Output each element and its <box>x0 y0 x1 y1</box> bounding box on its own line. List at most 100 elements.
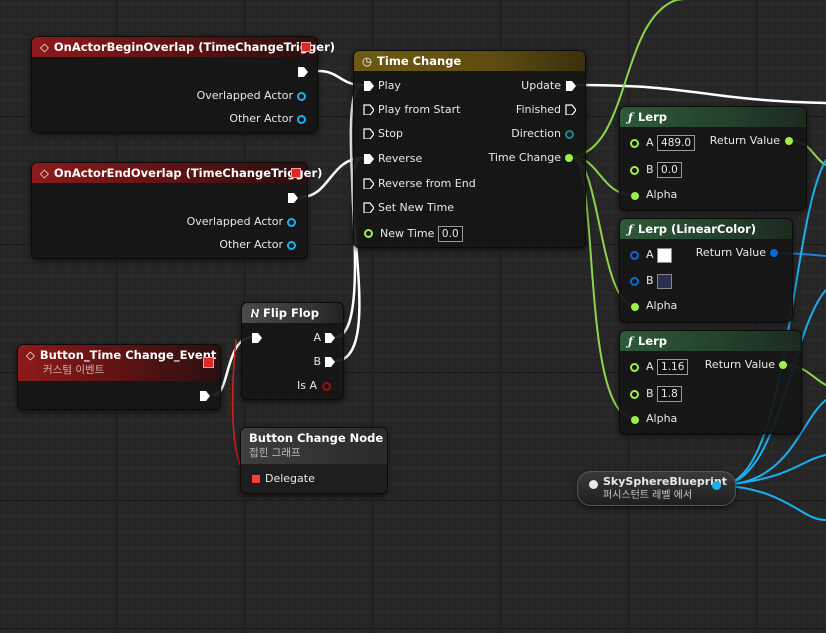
b-color-swatch[interactable] <box>657 273 673 289</box>
b-row: B 0.0 <box>646 161 682 179</box>
a-pin[interactable] <box>324 332 335 343</box>
stop-pin[interactable] <box>363 128 374 139</box>
a-pin[interactable] <box>630 139 639 148</box>
event-toggle-icon[interactable] <box>291 168 301 178</box>
node-title: OnActorBeginOverlap (TimeChangeTrigger) <box>53 40 336 54</box>
alpha-label: Alpha <box>646 412 678 425</box>
node-header: ƒ Lerp <box>620 331 801 351</box>
update-pin[interactable] <box>565 80 576 91</box>
b-row: B <box>646 272 673 290</box>
timeline-node[interactable]: ◷ Time Change Play Play from Start Stop R… <box>353 50 586 248</box>
other-actor-pin[interactable] <box>287 241 296 250</box>
begin-overlap-node[interactable]: ◇ OnActorBeginOverlap (TimeChangeTrigger)… <box>31 36 335 133</box>
other-actor-pin[interactable] <box>297 115 306 124</box>
object-out-pin[interactable] <box>712 481 721 490</box>
reverse-from-end-pin[interactable] <box>363 178 374 189</box>
overlapped-actor-pin[interactable] <box>297 92 306 101</box>
event-icon: ◇ <box>26 348 35 362</box>
event-toggle-icon[interactable] <box>203 357 214 368</box>
reverse-label: Reverse <box>378 152 423 165</box>
direction-pin[interactable] <box>565 130 574 139</box>
delegate-pin[interactable] <box>252 475 260 483</box>
return-value-pin[interactable] <box>779 361 787 369</box>
exec-out-pin[interactable] <box>287 192 298 203</box>
node-subtitle: 퍼시스턴트 레벨 에서 <box>603 490 693 501</box>
is-a-pin[interactable] <box>322 382 331 391</box>
a-pin[interactable] <box>630 363 639 372</box>
node-title: Lerp <box>637 110 667 124</box>
time-change-pin[interactable] <box>565 154 573 162</box>
collapsed-graph-node[interactable]: Button Change Node 접힌 그래프 Delegate <box>240 427 388 494</box>
alpha-label: Alpha <box>646 188 678 201</box>
event-icon: ◇ <box>40 40 49 54</box>
end-overlap-node[interactable]: ◇ OnActorEndOverlap (TimeChangeTrigger) O… <box>31 162 322 259</box>
node-header: ◇ OnActorEndOverlap (TimeChangeTrigger) <box>32 163 322 183</box>
play-label: Play <box>378 79 401 92</box>
lerp-node-1[interactable]: ƒ Lerp A 489.0 B 0.0 Alpha Return Value <box>619 106 807 210</box>
new-time-label: New Time <box>380 227 435 240</box>
play-pin[interactable] <box>363 80 374 91</box>
node-subtitle: 접힌 그래프 <box>249 447 301 459</box>
exec-in-pin[interactable] <box>251 332 262 343</box>
node-header: ƒ Lerp <box>620 107 806 127</box>
other-actor-label: Other Actor <box>219 238 283 251</box>
reverse-from-end-label: Reverse from End <box>378 177 476 190</box>
alpha-pin[interactable] <box>631 416 639 424</box>
return-value-pin[interactable] <box>785 137 793 145</box>
exec-out-pin[interactable] <box>199 390 210 401</box>
reference-icon <box>589 480 598 489</box>
a-field[interactable]: 489.0 <box>657 135 696 151</box>
overlapped-actor-pin[interactable] <box>287 218 296 227</box>
finished-pin[interactable] <box>565 104 576 115</box>
a-pin[interactable] <box>630 251 639 260</box>
play-from-start-pin[interactable] <box>363 104 374 115</box>
stop-label: Stop <box>378 127 404 140</box>
node-title: SkySphereBlueprint <box>603 475 727 488</box>
flipflop-icon: Ⲛ <box>250 306 259 320</box>
other-actor-label: Other Actor <box>229 112 293 125</box>
b-field[interactable]: 1.8 <box>657 386 682 402</box>
node-title: Time Change <box>377 54 462 68</box>
node-header: Ⲛ Flip Flop <box>242 303 343 323</box>
finished-label: Finished <box>515 103 561 116</box>
b-pin[interactable] <box>630 390 639 399</box>
set-new-time-label: Set New Time <box>378 201 454 214</box>
a-label: A <box>646 136 654 149</box>
new-time-pin[interactable] <box>364 229 373 238</box>
return-value-label: Return Value <box>704 358 775 371</box>
node-header: ◇ Button_Time Change_Event 커스텀 이벤트 <box>18 345 220 381</box>
lerp-linearcolor-node[interactable]: ƒ Lerp (LinearColor) A B Alpha Return Val… <box>619 218 793 322</box>
b-pin[interactable] <box>630 166 639 175</box>
overlapped-actor-label: Overlapped Actor <box>196 89 293 102</box>
node-subtitle: 커스텀 이벤트 <box>43 364 105 376</box>
custom-event-node[interactable]: ◇ Button_Time Change_Event 커스텀 이벤트 <box>17 344 221 410</box>
is-a-label: Is A <box>297 379 317 392</box>
set-new-time-pin[interactable] <box>363 202 374 213</box>
lerp-node-2[interactable]: ƒ Lerp A 1.16 B 1.8 Alpha Return Value <box>619 330 802 434</box>
node-header: ◇ OnActorBeginOverlap (TimeChangeTrigger) <box>32 37 335 57</box>
b-pin[interactable] <box>630 277 639 286</box>
node-title: Flip Flop <box>263 306 319 320</box>
direction-label: Direction <box>511 127 561 140</box>
new-time-field[interactable]: 0.0 <box>437 226 463 242</box>
b-label: B <box>313 355 321 368</box>
b-pin[interactable] <box>324 356 335 367</box>
a-color-swatch[interactable] <box>657 247 673 263</box>
b-label: B <box>646 387 654 400</box>
alpha-pin[interactable] <box>631 303 639 311</box>
reverse-pin[interactable] <box>363 153 374 164</box>
update-label: Update <box>521 79 561 92</box>
flipflop-node[interactable]: Ⲛ Flip Flop A B Is A <box>241 302 344 400</box>
exec-out-pin[interactable] <box>297 66 308 77</box>
function-icon: ƒ <box>628 334 633 348</box>
event-toggle-icon[interactable] <box>301 42 311 52</box>
skysphere-reference-node[interactable]: SkySphereBlueprint 퍼시스턴트 레벨 에서 <box>577 471 736 506</box>
event-icon: ◇ <box>40 166 49 180</box>
return-value-pin[interactable] <box>770 249 778 257</box>
alpha-pin[interactable] <box>631 192 639 200</box>
function-icon: ƒ <box>628 110 633 124</box>
a-field[interactable]: 1.16 <box>657 359 689 375</box>
clock-icon: ◷ <box>362 54 373 68</box>
b-field[interactable]: 0.0 <box>657 162 682 178</box>
b-row: B 1.8 <box>646 385 682 403</box>
